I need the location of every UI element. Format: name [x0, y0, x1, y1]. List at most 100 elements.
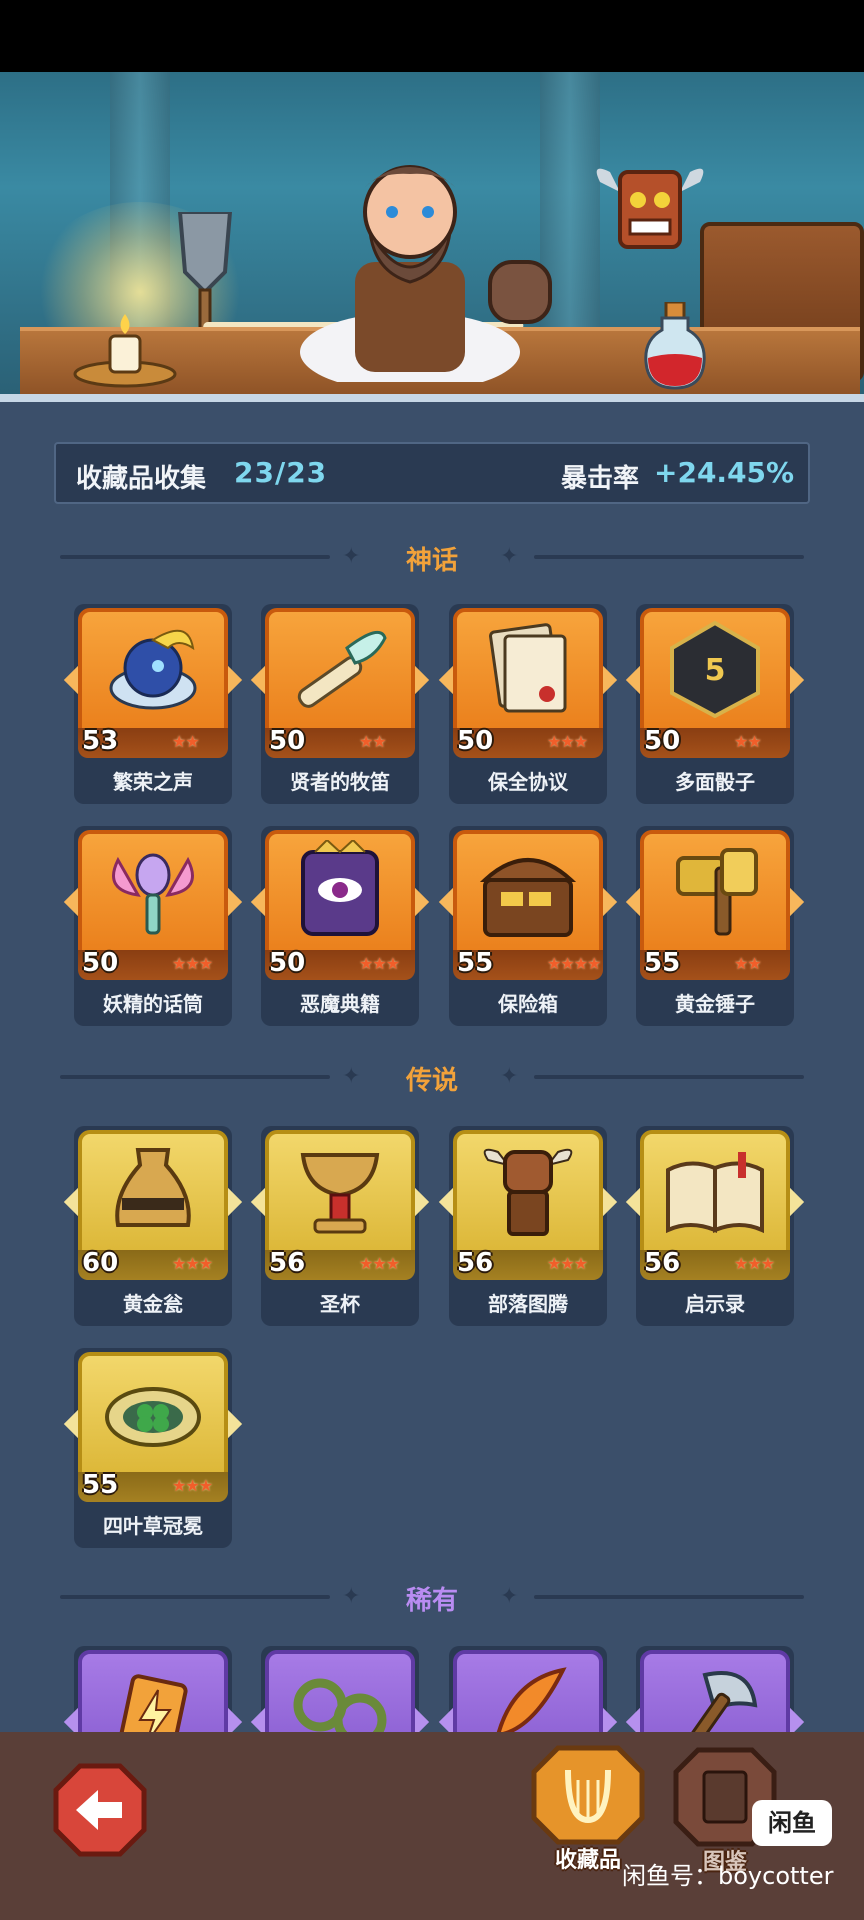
collection-label: 收藏品收集: [76, 464, 207, 494]
collectible-card[interactable]: 5 50 ★★ 多面骰子: [625, 604, 805, 804]
safe-box-icon: [479, 858, 577, 937]
golden-hammer-icon: [676, 848, 758, 936]
demon-tome-icon: [301, 840, 379, 936]
collection-panel: 收藏品收集 23/23 暴击率 +24.45% ✦ 神话 ✦ 53 ★★ 繁荣之…: [0, 402, 864, 1732]
section-header-legendary: ✦ 传说 ✦: [60, 1056, 804, 1096]
lightning-card-icon: [118, 1674, 188, 1732]
star-rating: ★★★: [172, 1254, 213, 1273]
collectible-card[interactable]: 50 ★★★ 恶魔典籍: [250, 826, 430, 1026]
collectible-card[interactable]: 55 ★★ 黄金锤子: [625, 826, 805, 1026]
item-level: 55: [82, 1470, 119, 1500]
collectible-card[interactable]: 55 ★★★ 四叶草冠冕: [63, 1348, 243, 1548]
item-name: 黄金锤子: [675, 992, 755, 1016]
red-potion-prop: [644, 302, 706, 390]
bottom-nav: 收藏品 图鉴: [0, 1732, 864, 1920]
collection-count: 23/23: [234, 456, 328, 489]
crit-rate-label: 暴击率: [561, 464, 640, 494]
divider-line: [534, 555, 804, 559]
item-level: 50: [269, 726, 306, 756]
star-rating: ★★★: [359, 1254, 400, 1273]
divider-line: [534, 1595, 804, 1599]
xianyu-watermark-badge: 闲鱼: [752, 1800, 832, 1846]
star-rating: ★★★★: [547, 954, 601, 973]
star-rating: ★★★: [547, 732, 588, 751]
item-name: 黄金瓮: [123, 1292, 183, 1316]
item-name: 四叶草冠冕: [103, 1514, 203, 1538]
golden-urn-icon: [115, 1148, 191, 1227]
banner-divider: [0, 394, 864, 402]
status-bar: [0, 0, 864, 72]
revelation-book-icon: [666, 1152, 764, 1234]
item-level: 50: [457, 726, 494, 756]
star-rating: ★★★: [734, 1254, 775, 1273]
candle-prop: [73, 314, 177, 388]
clover-crown-icon: [105, 1387, 201, 1447]
item-name: 多面骰子: [675, 770, 755, 794]
collectible-card[interactable]: 50 ★★ 贤者的牧笛: [250, 604, 430, 804]
star-rating: ★★: [172, 732, 200, 751]
collectible-card[interactable]: 60 ★★★ 黄金瓮: [63, 1126, 243, 1326]
flame-feather-icon: [496, 1667, 567, 1732]
crit-rate-value: +24.45%: [654, 456, 795, 489]
divider-line: [534, 1075, 804, 1079]
star-rating: ★★★: [547, 1254, 588, 1273]
back-button[interactable]: [52, 1762, 148, 1858]
fairy-microphone-icon: [112, 853, 194, 935]
item-name: 恶魔典籍: [300, 992, 380, 1016]
section-header-rare: ✦ 稀有 ✦: [60, 1576, 804, 1616]
star-rating: ★★: [734, 732, 762, 751]
item-level: 56: [644, 1248, 681, 1278]
thorn-shackles-icon: [293, 1678, 387, 1732]
polyhedral-dice-icon: 5: [670, 620, 760, 718]
item-level: 50: [644, 726, 681, 756]
collectible-card[interactable]: 56 ★★★ 启示录: [625, 1126, 805, 1326]
collectible-card[interactable]: [625, 1646, 805, 1732]
star-rating: ★★★: [172, 1476, 213, 1495]
holy-grail-icon: [300, 1153, 380, 1234]
section-header-mythic: ✦ 神话 ✦: [60, 536, 804, 576]
item-name: 保全协议: [488, 770, 568, 794]
dwarf-merchant-character: [300, 165, 552, 382]
sparkle-icon: ✦: [500, 1064, 519, 1089]
collectible-card[interactable]: [438, 1646, 618, 1732]
item-name: 贤者的牧笛: [290, 770, 390, 794]
star-rating: ★★: [734, 954, 762, 973]
item-level: 60: [82, 1248, 119, 1278]
collectible-card[interactable]: [250, 1646, 430, 1732]
star-rating: ★★★: [172, 954, 213, 973]
collectible-card[interactable]: 55 ★★★★ 保险箱: [438, 826, 618, 1026]
item-level: 53: [82, 726, 119, 756]
sparkle-icon: ✦: [500, 1584, 519, 1609]
collectible-card[interactable]: 56 ★★★ 部落图腾: [438, 1126, 618, 1326]
collectible-card[interactable]: [63, 1646, 243, 1732]
item-level: 50: [269, 948, 306, 978]
prosperity-voice-icon: [109, 629, 197, 710]
collectible-card[interactable]: 56 ★★★ 圣杯: [250, 1126, 430, 1326]
sage-flute-icon: [297, 630, 387, 708]
collectible-card[interactable]: 50 ★★★ 保全协议: [438, 604, 618, 804]
item-level: 56: [269, 1248, 306, 1278]
item-name: 妖精的话筒: [103, 992, 203, 1016]
item-level: 50: [82, 948, 119, 978]
lyre-icon: [531, 1745, 645, 1845]
stone-axe-icon: [681, 1671, 758, 1732]
item-name: 圣杯: [320, 1292, 360, 1316]
collection-stats-bar: 收藏品收集 23/23 暴击率 +24.45%: [54, 442, 810, 504]
item-level: 55: [644, 948, 681, 978]
item-level: 55: [457, 948, 494, 978]
protection-agreement-icon: [489, 623, 567, 713]
item-name: 保险箱: [498, 992, 558, 1016]
star-rating: ★★: [359, 732, 387, 751]
xianyu-watermark-text: 闲鱼号：boycotter: [622, 1862, 834, 1890]
collectible-card[interactable]: 50 ★★★ 妖精的话筒: [63, 826, 243, 1026]
tribal-totem-icon: [483, 1148, 573, 1236]
item-level: 56: [457, 1248, 494, 1278]
item-name: 繁荣之声: [113, 770, 193, 794]
svg-text:5: 5: [705, 653, 726, 688]
item-name: 部落图腾: [488, 1292, 568, 1316]
shop-banner-scene: [0, 72, 864, 402]
star-rating: ★★★: [359, 954, 400, 973]
collectible-card[interactable]: 53 ★★ 繁荣之声: [63, 604, 243, 804]
tiki-mask-prop: [596, 168, 704, 249]
sparkle-icon: ✦: [500, 544, 519, 569]
